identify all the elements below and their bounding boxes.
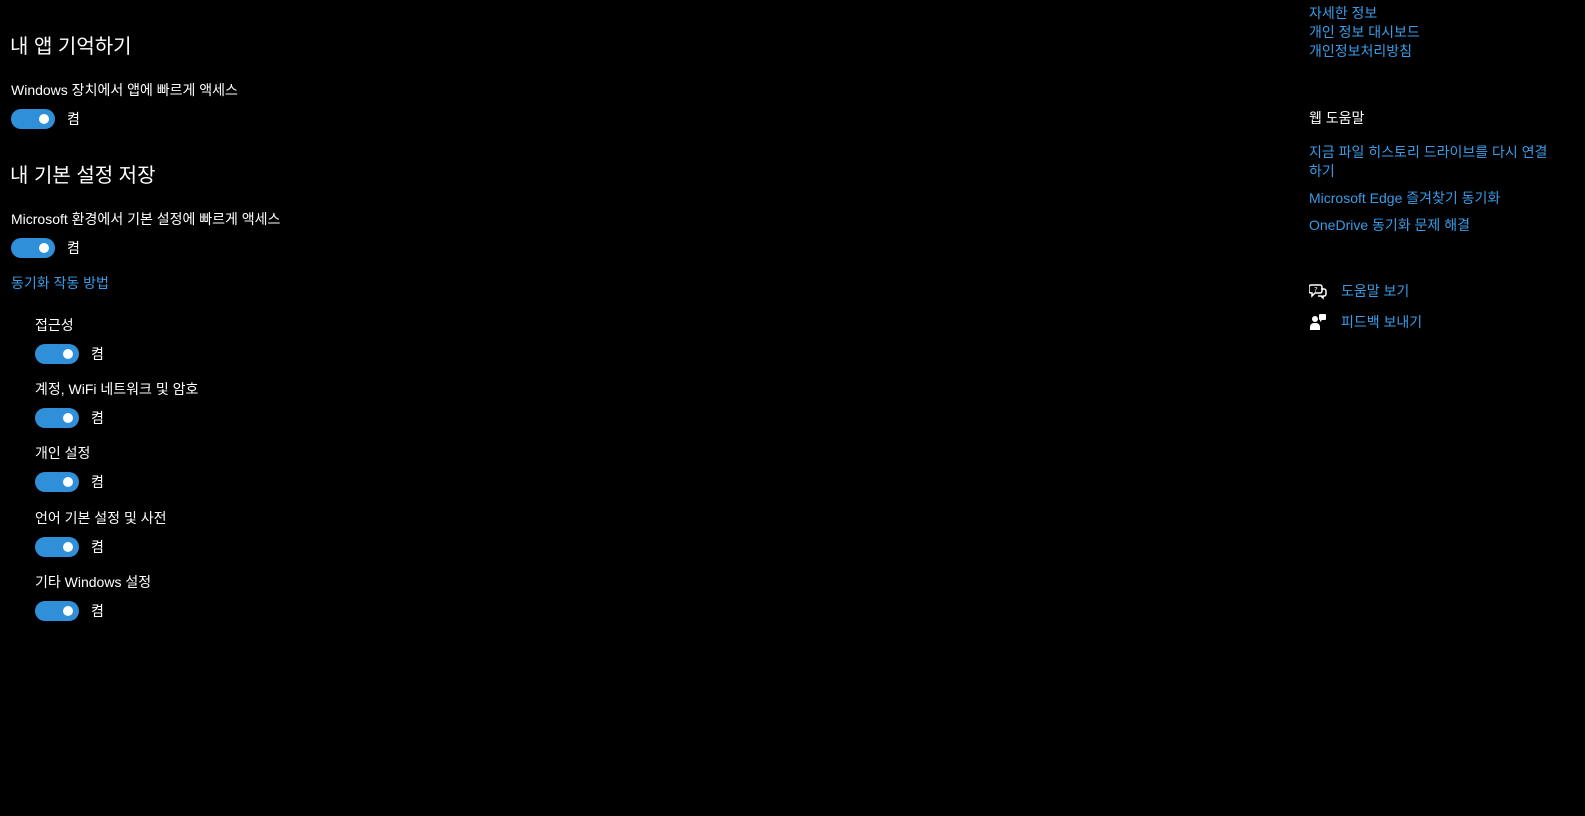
get-help-link: 도움말 보기 (1341, 283, 1410, 299)
privacy-statement-link[interactable]: 개인정보처리방침 (1309, 42, 1412, 61)
remember-apps-heading: 내 앱 기억하기 (10, 36, 132, 58)
sync-item-personalization-state: 켬 (91, 474, 104, 490)
send-feedback-link: 피드백 보내기 (1341, 314, 1423, 330)
save-prefs-setting-label: Microsoft 환경에서 기본 설정에 빠르게 액세스 (11, 211, 281, 227)
sync-item-language-label: 언어 기본 설정 및 사전 (35, 510, 167, 526)
sync-item-passwords-state: 켬 (91, 410, 104, 426)
sync-item-passwords-toggle-row: 켬 (35, 407, 104, 429)
sync-item-language-toggle-row: 켬 (35, 536, 104, 558)
toggle-knob (63, 477, 73, 487)
sync-item-language-toggle[interactable] (35, 537, 79, 557)
remember-apps-toggle[interactable] (11, 109, 55, 129)
sync-item-accessibility-label: 접근성 (35, 317, 74, 333)
save-prefs-heading: 내 기본 설정 저장 (10, 165, 156, 187)
related-settings-panel: 자세한 정보 개인 정보 대시보드 개인정보처리방침 웹 도움말 지금 파일 히… (1308, 0, 1569, 816)
sync-settings-main: 내 앱 기억하기 Windows 장치에서 앱에 빠르게 액세스 켬 내 기본 … (0, 0, 1280, 816)
reconnect-file-history-link[interactable]: 지금 파일 히스토리 드라이브를 다시 연결하기 (1309, 143, 1549, 181)
svg-text:?: ? (1314, 286, 1318, 294)
toggle-knob (39, 243, 49, 253)
onedrive-sync-troubleshoot-link[interactable]: OneDrive 동기화 문제 해결 (1309, 216, 1470, 235)
toggle-knob (39, 114, 49, 124)
how-sync-works-link[interactable]: 동기화 작동 방법 (11, 274, 109, 293)
sync-item-passwords-toggle[interactable] (35, 408, 79, 428)
remember-apps-setting-label: Windows 장치에서 앱에 빠르게 액세스 (11, 82, 238, 98)
send-feedback-item[interactable]: 피드백 보내기 (1309, 311, 1422, 333)
privacy-dashboard-link[interactable]: 개인 정보 대시보드 (1309, 23, 1420, 42)
remember-apps-toggle-state: 켬 (67, 111, 80, 127)
feedback-person-icon (1309, 313, 1327, 331)
get-help-item[interactable]: ? 도움말 보기 (1308, 280, 1410, 302)
sync-item-accessibility-state: 켬 (91, 346, 104, 362)
sync-item-other-state: 켬 (91, 603, 104, 619)
learn-more-link[interactable]: 자세한 정보 (1309, 4, 1377, 23)
save-prefs-toggle[interactable] (11, 238, 55, 258)
sync-item-other-toggle[interactable] (35, 601, 79, 621)
remember-apps-toggle-row: 켬 (11, 108, 80, 130)
sync-item-personalization-toggle-row: 켬 (35, 471, 104, 493)
help-chat-icon: ? (1308, 282, 1327, 300)
toggle-knob (63, 606, 73, 616)
sync-item-language-state: 켬 (91, 539, 104, 555)
sync-item-other-label: 기타 Windows 설정 (35, 574, 152, 590)
sync-item-passwords-label: 계정, WiFi 네트워크 및 암호 (35, 381, 199, 397)
save-prefs-toggle-state: 켬 (67, 240, 80, 256)
web-help-heading: 웹 도움말 (1309, 110, 1365, 126)
sync-item-accessibility-toggle[interactable] (35, 344, 79, 364)
toggle-knob (63, 349, 73, 359)
toggle-knob (63, 413, 73, 423)
sync-item-personalization-label: 개인 설정 (35, 445, 91, 461)
sync-item-other-toggle-row: 켬 (35, 600, 104, 622)
sync-item-accessibility-toggle-row: 켬 (35, 343, 104, 365)
sync-item-personalization-toggle[interactable] (35, 472, 79, 492)
toggle-knob (63, 542, 73, 552)
save-prefs-toggle-row: 켬 (11, 237, 80, 259)
edge-favorites-sync-link[interactable]: Microsoft Edge 즐겨찾기 동기화 (1309, 189, 1500, 208)
